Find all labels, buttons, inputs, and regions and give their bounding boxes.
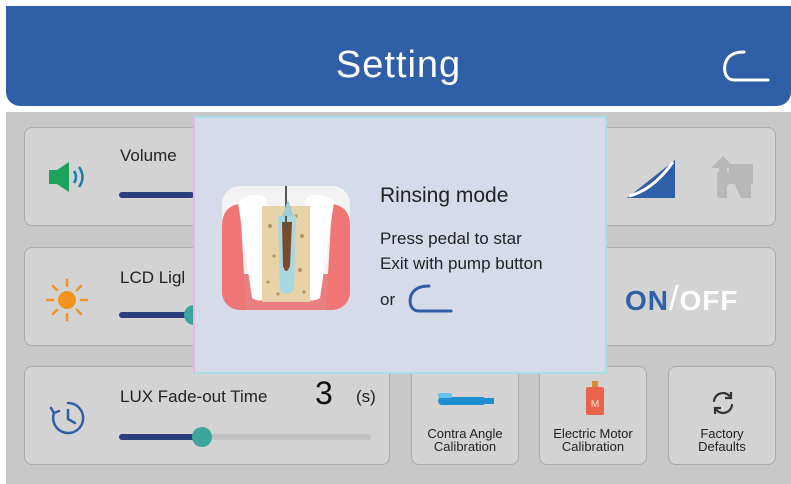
motor-icon: M xyxy=(586,381,604,415)
tooth-rinsing-illustration xyxy=(222,186,350,310)
factory-line2: Defaults xyxy=(698,439,746,454)
lux-label: LUX Fade-out Time xyxy=(120,387,268,406)
dialog-instruction-2: Exit with pump button xyxy=(380,254,543,273)
volume-slider-fill xyxy=(119,192,194,198)
toggle-separator: / xyxy=(669,280,680,318)
factory-defaults-button[interactable]: Factory Defaults xyxy=(668,366,776,465)
contra-line2: Calibration xyxy=(433,439,497,454)
speaker-icon xyxy=(49,162,84,192)
rinsing-mode-dialog: Rinsing mode Press pedal to star Exit wi… xyxy=(193,116,607,374)
lux-slider-knob[interactable] xyxy=(192,427,213,447)
volume-label: Volume xyxy=(120,146,177,165)
lcd-label: LCD Ligl xyxy=(120,268,186,287)
dialog-or-label: or xyxy=(380,290,396,309)
step-up-icon[interactable] xyxy=(707,154,757,200)
refresh-icon xyxy=(712,391,734,415)
toggle-on-label[interactable]: ON xyxy=(625,285,669,316)
sun-icon xyxy=(45,278,89,322)
motor-line2: Calibration xyxy=(561,439,625,454)
page-title: Setting xyxy=(335,44,462,86)
on-off-toggle[interactable]: ON/OFF xyxy=(625,280,738,319)
toggle-off-label[interactable]: OFF xyxy=(679,285,738,316)
lux-unit: (s) xyxy=(356,387,376,406)
light-toggle-panel: ON/OFF xyxy=(598,247,776,346)
power-ramp-icon[interactable] xyxy=(625,156,679,200)
lux-slider[interactable] xyxy=(119,427,371,447)
svg-text:M: M xyxy=(591,399,599,410)
header-bar: Setting xyxy=(6,6,791,106)
dialog-instruction-1: Press pedal to star xyxy=(380,229,522,248)
timer-icon xyxy=(49,401,85,435)
dialog-title: Rinsing mode xyxy=(380,184,509,207)
lux-panel: LUX Fade-out Time 3 (s) xyxy=(24,366,390,465)
contra-angle-calibration-button[interactable]: Contra Angle Calibration xyxy=(411,366,519,465)
lcd-slider-fill xyxy=(119,312,194,318)
handpiece-icon xyxy=(438,393,494,405)
settings-screen: Setting Volume LCD Ligl LUX Fade-out Tim… xyxy=(0,0,791,484)
electric-motor-calibration-button[interactable]: M Electric Motor Calibration xyxy=(539,366,647,465)
lux-value: 3 xyxy=(315,375,333,411)
return-hook-icon[interactable] xyxy=(718,48,774,84)
power-curve-panel xyxy=(598,127,776,226)
lux-slider-fill xyxy=(119,434,203,440)
return-hook-icon[interactable] xyxy=(405,284,455,314)
